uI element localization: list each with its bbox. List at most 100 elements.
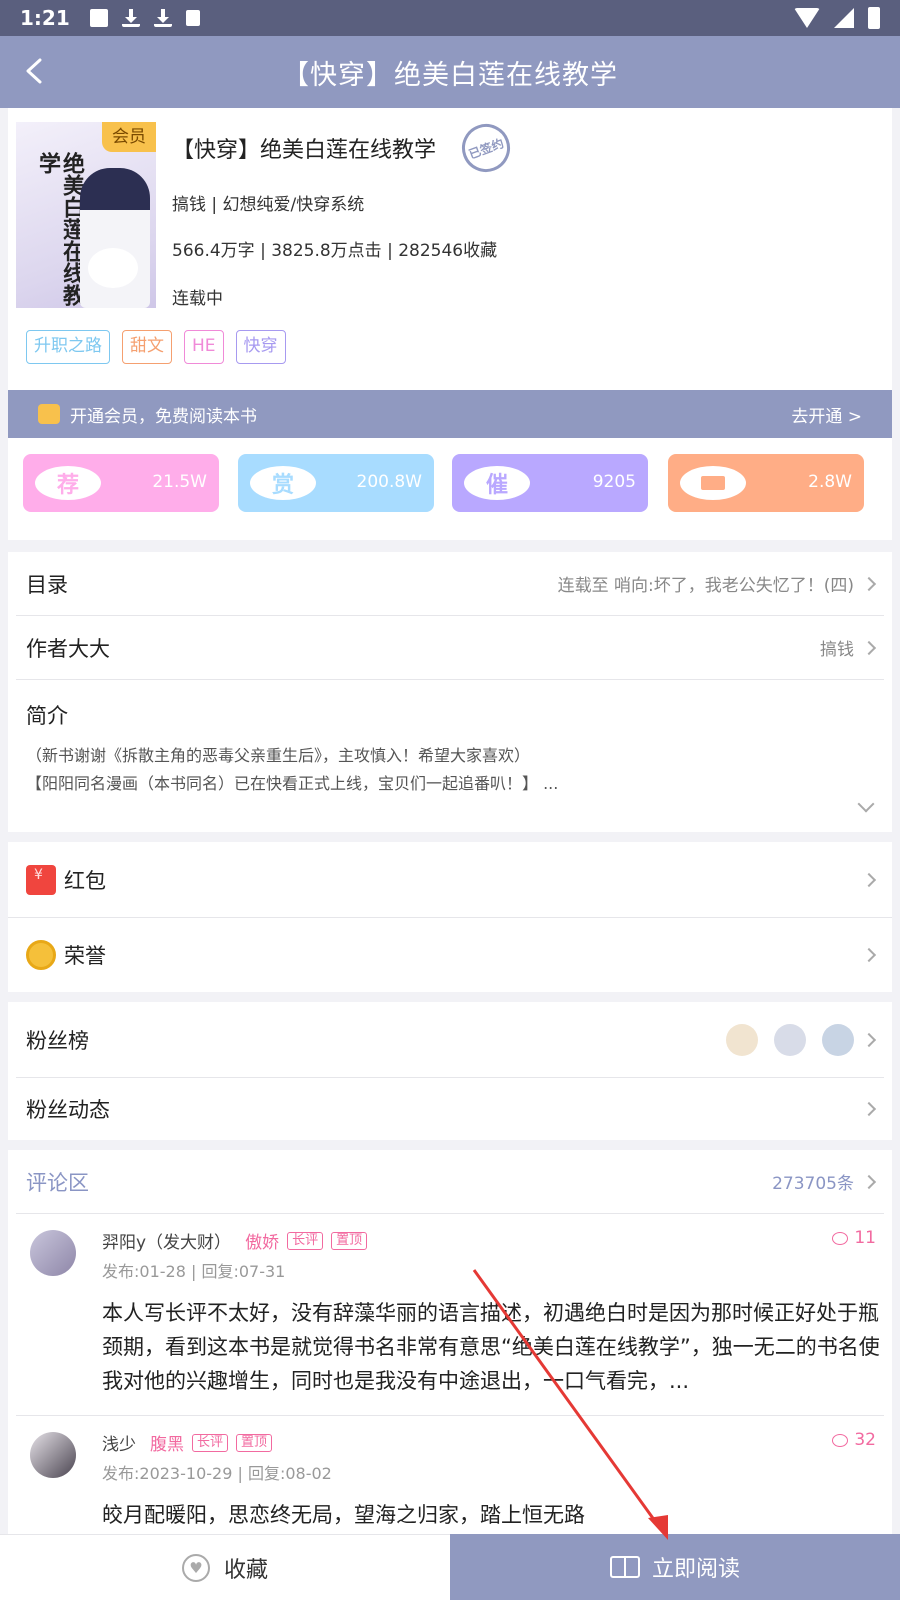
comment-bubble-icon: [832, 1433, 849, 1447]
catalog-latest: 连载至 哨向:坏了，我老公失忆了！(四): [557, 576, 854, 596]
pinned-badge: 置顶: [236, 1433, 273, 1452]
commenter-avatar[interactable]: [30, 1230, 76, 1276]
chevron-right-icon: [861, 872, 877, 887]
wifi-icon: [794, 8, 820, 28]
chevron-right-icon: [861, 576, 877, 591]
tag-item[interactable]: 升职之路: [26, 330, 110, 364]
commenter-trait: 腹黑: [150, 1435, 184, 1455]
vip-crown-icon: [38, 404, 60, 424]
fan-avatar: [774, 1023, 806, 1056]
comments-header[interactable]: 评论区 273705条: [16, 1150, 884, 1214]
chevron-right-icon: [861, 1032, 877, 1047]
bottom-action-bar: ♥ 收藏 立即阅读: [0, 1534, 900, 1600]
catalog-label: 目录: [26, 572, 68, 597]
vip-promo-text: 开通会员，免费阅读本书: [70, 406, 257, 427]
expand-chevron-icon[interactable]: [857, 795, 875, 813]
comment-meta: 发布:2023-10-29 | 回复:08-02: [102, 1464, 332, 1483]
reply-count-value: 11: [854, 1228, 876, 1248]
fan-avatar: [822, 1023, 854, 1056]
download-icon: [153, 9, 172, 27]
commenter-info: 浅少 腹黑 长评 置顶: [102, 1430, 273, 1455]
open-book-icon: [609, 1556, 640, 1578]
fans-panel: 粉丝榜 粉丝动态: [8, 1002, 892, 1140]
book-title: 【快穿】绝美白莲在线教学: [172, 138, 437, 163]
commenter-trait: 傲娇: [245, 1233, 280, 1253]
recommend-count: 21.5W: [152, 472, 207, 492]
download-icon: [121, 9, 140, 27]
status-bar: 1:21: [0, 0, 900, 36]
book-tags: 升职之路 甜文 HE 快穿: [26, 330, 286, 364]
book-info-card: 绝美白莲在线教学 会员 【快穿】绝美白莲在线教学 已签约 搞钱 | 幻想纯爱/快…: [8, 108, 892, 390]
urge-button[interactable]: 催 9205: [452, 454, 648, 512]
vip-promo-bar[interactable]: 开通会员，免费阅读本书 去开通 >: [8, 390, 892, 438]
favorite-button[interactable]: ♥ 收藏: [0, 1534, 450, 1600]
battery-icon: [868, 7, 880, 29]
book-detail-panel: 目录 连载至 哨向:坏了，我老公失忆了！(四) 作者大大 搞钱 简介 （新书谢谢…: [8, 552, 892, 832]
ticket-count: 2.8W: [808, 472, 852, 492]
book-author-genre: 搞钱 | 幻想纯爱/快穿系统: [172, 195, 365, 215]
fan-avatar: [726, 1023, 758, 1056]
chevron-right-icon: [861, 947, 877, 963]
read-now-button[interactable]: 立即阅读: [450, 1534, 900, 1600]
tag-item[interactable]: HE: [184, 330, 224, 364]
ticket-icon: [680, 466, 746, 500]
red-packet-icon: [26, 864, 56, 895]
catalog-row[interactable]: 目录 连载至 哨向:坏了，我老公失忆了！(四): [16, 552, 884, 616]
font-notification-icon: [185, 10, 200, 26]
commenter-info: 羿阳y（发大财） 傲娇 长评 置顶: [102, 1228, 368, 1253]
comments-count: 273705条: [772, 1174, 854, 1194]
urge-count: 9205: [592, 472, 636, 492]
signed-stamp-icon: 已签约: [455, 117, 517, 179]
ticket-button[interactable]: 2.8W: [668, 454, 864, 512]
honor-row[interactable]: 荣誉: [8, 918, 892, 992]
signal-icon: [834, 8, 854, 28]
long-review-badge: 长评: [287, 1231, 324, 1250]
page-title: 【快穿】绝美白莲在线教学: [282, 59, 618, 91]
rewards-panel: 红包 荣誉: [8, 842, 892, 992]
fan-rank-row[interactable]: 粉丝榜: [16, 1002, 884, 1078]
recommend-button[interactable]: 荐 21.5W: [23, 454, 219, 512]
chevron-right-icon: [861, 1174, 877, 1189]
intro-line: （新书谢谢《拆散主角的恶毒父亲重生后》，主攻慎入！希望大家喜欢）: [26, 746, 531, 765]
comment-bubble-icon: [832, 1231, 849, 1245]
image-notification-icon: [89, 9, 108, 27]
intro-label: 简介: [26, 704, 68, 728]
reply-count[interactable]: 32: [832, 1430, 876, 1450]
reply-count-value: 32: [854, 1430, 876, 1450]
fan-activity-row[interactable]: 粉丝动态: [16, 1078, 884, 1140]
book-status: 连载中: [172, 289, 223, 309]
urge-icon: 催: [464, 466, 530, 500]
tag-item[interactable]: 甜文: [122, 330, 172, 364]
comment-item[interactable]: 浅少 腹黑 长评 置顶 发布:2023-10-29 | 回复:08-02 32 …: [16, 1416, 884, 1534]
redpack-row[interactable]: 红包: [8, 842, 892, 918]
commenter-name[interactable]: 羿阳y（发大财）: [102, 1228, 231, 1253]
stats-panel: 荐 21.5W 赏 200.8W 催 9205 2.8W: [8, 438, 892, 540]
tip-icon: 赏: [250, 466, 316, 500]
status-time: 1:21: [20, 6, 70, 30]
comment-text: 皎月配暖阳，思恋终无局，望海之归家，踏上恒无路: [102, 1503, 585, 1527]
author-label: 作者大大: [26, 636, 110, 661]
long-review-badge: 长评: [192, 1433, 229, 1452]
comment-item[interactable]: 羿阳y（发大财） 傲娇 长评 置顶 发布:01-28 | 回复:07-31 11…: [16, 1214, 884, 1416]
intro-text[interactable]: （新书谢谢《拆散主角的恶毒父亲重生后》，主攻慎入！希望大家喜欢） 【阳阳同名漫画…: [26, 742, 866, 798]
vip-open-link[interactable]: 去开通 >: [791, 402, 862, 427]
commenter-name[interactable]: 浅少: [102, 1430, 136, 1455]
medal-icon: [26, 940, 56, 970]
read-now-label: 立即阅读: [651, 1557, 740, 1582]
comments-label: 评论区: [26, 1170, 89, 1195]
comment-text: 本人写长评不太好，没有辞藻华丽的语言描述，初遇绝白时是因为那时候正好处于瓶颈期，…: [102, 1301, 880, 1393]
cover-cat: [88, 248, 138, 288]
author-name: 搞钱: [820, 640, 854, 660]
commenter-avatar[interactable]: [30, 1432, 76, 1478]
tip-count: 200.8W: [356, 472, 422, 492]
reply-count[interactable]: 11: [832, 1228, 876, 1248]
back-arrow-icon[interactable]: [22, 58, 48, 84]
author-row[interactable]: 作者大大 搞钱: [16, 616, 884, 680]
pinned-badge: 置顶: [331, 1231, 368, 1250]
tip-button[interactable]: 赏 200.8W: [238, 454, 434, 512]
tag-item[interactable]: 快穿: [235, 330, 286, 364]
comments-panel: 评论区 273705条 羿阳y（发大财） 傲娇 长评 置顶 发布:01-28 |…: [8, 1150, 892, 1534]
chevron-right-icon: [861, 640, 877, 655]
book-stats: 566.4万字 | 3825.8万点击 | 282546收藏: [172, 241, 498, 261]
comment-meta: 发布:01-28 | 回复:07-31: [102, 1262, 286, 1281]
